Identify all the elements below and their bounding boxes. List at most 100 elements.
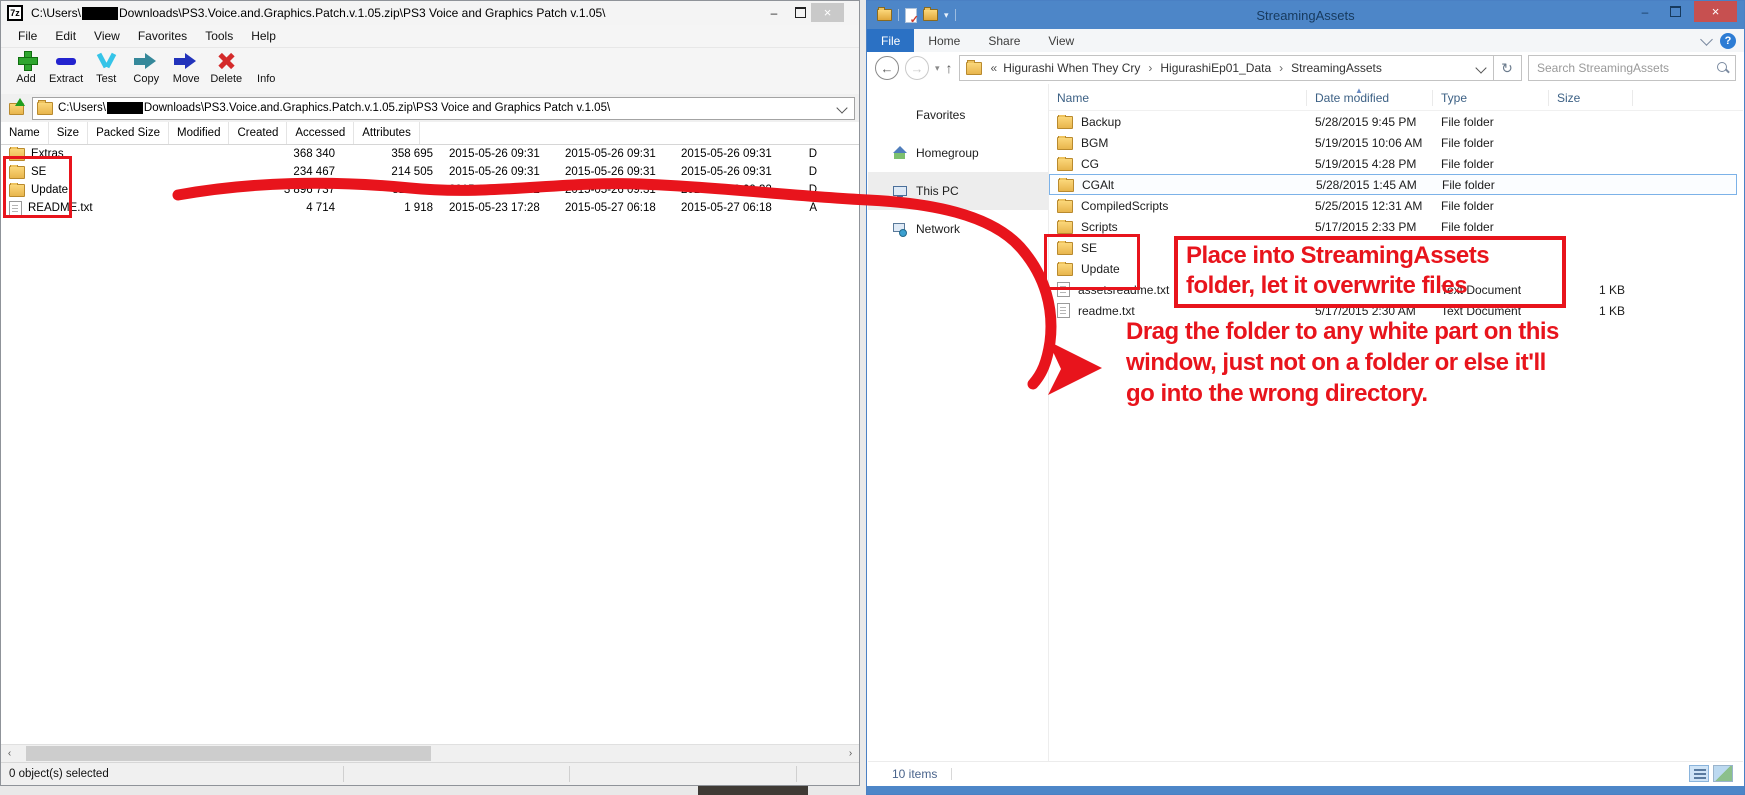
breadcrumb-segment[interactable]: HigurashiEp01_Data	[1146, 61, 1273, 75]
window-title: StreamingAssets	[867, 8, 1744, 23]
toolbar-button[interactable]: Test	[89, 48, 123, 85]
minimize-button[interactable]: –	[1632, 1, 1658, 22]
sidebar-icon	[892, 145, 908, 161]
history-chevron-icon[interactable]: ▾	[935, 63, 940, 74]
menu-item[interactable]: View	[85, 27, 129, 45]
table-row[interactable]: Extras 368 340 358 695 2015-05-26 09:31 …	[1, 145, 859, 163]
toolbar-label: Delete	[210, 73, 242, 85]
toolbar-button[interactable]: Delete	[209, 48, 243, 85]
column-header[interactable]: Name	[1049, 90, 1307, 106]
toolbar-button[interactable]: Extract	[49, 48, 83, 85]
ribbon-tab[interactable]: View	[1034, 29, 1088, 52]
toolbar-button[interactable]: Move	[169, 48, 203, 85]
toolbar-button[interactable]: Copy	[129, 48, 163, 85]
zip-title-bar[interactable]: 7z C:\Users\Downloads\PS3.Voice.and.Grap…	[1, 1, 859, 25]
column-header[interactable]: Date modified	[1307, 90, 1433, 106]
ribbon-tab[interactable]: Home	[914, 29, 974, 52]
menu-item[interactable]: Edit	[46, 27, 85, 45]
forward-button[interactable]: →	[905, 56, 929, 80]
minimize-button[interactable]: –	[761, 3, 787, 22]
menu-item[interactable]: Favorites	[129, 27, 196, 45]
details-view-icon[interactable]	[1689, 765, 1709, 782]
sidebar-item[interactable]: This PC	[868, 172, 1048, 210]
file-accessed: 2015-05-26 09:31	[673, 166, 789, 178]
horizontal-scrollbar[interactable]: ‹ ›	[1, 744, 859, 762]
ribbon-tab[interactable]: File	[867, 29, 914, 52]
sidebar-item[interactable]: Network	[868, 210, 1048, 248]
column-header[interactable]: Size	[1549, 90, 1633, 106]
file-type: File folder	[1433, 220, 1549, 234]
maximize-button[interactable]	[787, 3, 813, 22]
file-type-icon	[1058, 179, 1074, 192]
column-header[interactable]: Modified	[169, 122, 229, 144]
scroll-left-icon[interactable]: ‹	[1, 745, 18, 762]
table-row[interactable]: Backup 5/28/2015 9:45 PM File folder	[1049, 111, 1737, 132]
table-row[interactable]: BGM 5/19/2015 10:06 AM File folder	[1049, 132, 1737, 153]
up-folder-icon[interactable]	[7, 98, 27, 118]
sidebar-item[interactable]: Favorites	[868, 96, 1048, 134]
file-date-modified: 5/28/2015 1:45 AM	[1308, 178, 1434, 192]
breadcrumb-overflow-icon[interactable]: «	[991, 61, 998, 75]
file-type: File folder	[1433, 199, 1549, 213]
sidebar-item-label: Homegroup	[916, 146, 979, 160]
explorer-title-bar[interactable]: ▾ StreamingAssets – ×	[867, 1, 1744, 29]
maximize-button[interactable]	[1662, 1, 1688, 22]
table-row[interactable]: README.txt 4 714 1 918 2015-05-23 17:28 …	[1, 199, 859, 217]
file-type-icon	[1057, 221, 1073, 234]
column-header[interactable]: Type	[1433, 90, 1549, 106]
table-row[interactable]: Scripts 5/17/2015 2:33 PM File folder	[1049, 216, 1737, 237]
table-row[interactable]: CGAlt 5/28/2015 1:45 AM File folder	[1049, 174, 1737, 195]
explorer-status-bar: 10 items	[868, 761, 1743, 786]
file-type: File folder	[1433, 157, 1549, 171]
large-icons-view-icon[interactable]	[1713, 765, 1733, 782]
scrollbar-thumb[interactable]	[26, 746, 431, 761]
file-accessed: 2015-05-27 06:18	[673, 202, 789, 214]
file-list-pane[interactable]: ▲ Name Date modified Type Size Backup 5/…	[1049, 84, 1743, 762]
zip-list-empty-area[interactable]	[1, 217, 859, 744]
toolbar-button[interactable]: Info	[249, 48, 283, 85]
toolbar-icon	[13, 50, 39, 72]
toolbar-icon	[133, 50, 159, 72]
column-header[interactable]: Created	[229, 122, 287, 144]
up-button[interactable]: ↑	[946, 60, 953, 76]
table-row[interactable]: CG 5/19/2015 4:28 PM File folder	[1049, 153, 1737, 174]
breadcrumb-segment[interactable]: Higurashi When They Cry	[1001, 61, 1142, 75]
redacted-username	[107, 102, 143, 114]
back-button[interactable]: ←	[875, 56, 899, 80]
column-header[interactable]: Packed Size	[88, 122, 169, 144]
zip-title-text: C:\Users\Downloads\PS3.Voice.and.Graphic…	[31, 6, 606, 20]
column-header[interactable]: Name	[1, 122, 49, 144]
maximize-icon	[795, 7, 806, 18]
search-icon[interactable]	[1717, 62, 1727, 72]
scroll-right-icon[interactable]: ›	[842, 745, 859, 762]
table-row[interactable]: CompiledScripts 5/25/2015 12:31 AM File …	[1049, 195, 1737, 216]
table-row[interactable]: SE 234 467 214 505 2015-05-26 09:31 2015…	[1, 163, 859, 181]
chevron-down-icon[interactable]	[1700, 33, 1713, 46]
menu-item[interactable]: File	[9, 27, 46, 45]
sidebar-item[interactable]: Homegroup	[868, 134, 1048, 172]
toolbar-label: Add	[16, 73, 36, 85]
file-type-icon	[1057, 116, 1073, 129]
search-input[interactable]	[1529, 56, 1735, 80]
chevron-down-icon[interactable]	[836, 102, 847, 113]
refresh-icon[interactable]: ↻	[1493, 55, 1522, 81]
help-icon[interactable]: ?	[1720, 33, 1736, 49]
search-box	[1528, 55, 1736, 81]
menu-item[interactable]: Help	[242, 27, 285, 45]
column-header[interactable]: Accessed	[287, 122, 354, 144]
toolbar-button[interactable]: Add	[9, 48, 43, 85]
breadcrumb-segment[interactable]: StreamingAssets	[1277, 61, 1384, 75]
ribbon-tab[interactable]: Share	[974, 29, 1034, 52]
column-header[interactable]: Attributes	[354, 122, 420, 144]
file-date-modified: 5/28/2015 9:45 PM	[1307, 115, 1433, 129]
file-type: File folder	[1434, 178, 1550, 192]
breadcrumb[interactable]: « Higurashi When They Cry HigurashiEp01_D…	[959, 55, 1494, 81]
zip-toolbar: Add Extract Test Copy	[1, 48, 859, 94]
close-button[interactable]: ×	[811, 3, 844, 22]
close-button[interactable]: ×	[1694, 1, 1737, 22]
menu-item[interactable]: Tools	[196, 27, 242, 45]
zip-address-input[interactable]: C:\Users\Downloads\PS3.Voice.and.Graphic…	[32, 97, 855, 120]
column-header[interactable]: Size	[49, 122, 88, 144]
table-row[interactable]: Update 3 896 737 811 585 2015-05-26 09:3…	[1, 181, 859, 199]
chevron-down-icon[interactable]	[1475, 62, 1486, 73]
